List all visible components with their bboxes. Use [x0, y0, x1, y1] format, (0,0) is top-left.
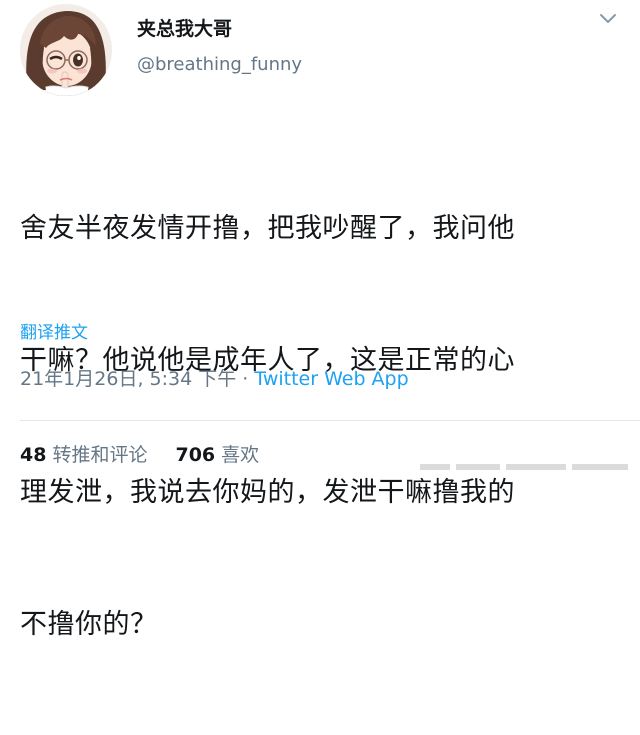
- tweet-card: 夹总我大哥 @breathing_funny 舍友半夜发情开撸，把我吵醒了，我问…: [0, 0, 640, 640]
- timestamp[interactable]: 21年1月26日, 5:34 下午: [20, 368, 236, 390]
- likes-label: 喜欢: [221, 444, 260, 466]
- retweets-count: 48: [20, 444, 47, 466]
- chevron-down-icon[interactable]: [597, 10, 619, 28]
- divider: [20, 420, 640, 421]
- tweet-stats: 48 转推和评论 706 喜欢: [20, 440, 259, 467]
- likes-count: 706: [175, 444, 216, 466]
- tweet-text-line: 理发泄，我说去你妈的，发泄干嘛撸我的: [20, 477, 515, 508]
- likes-stat[interactable]: 706 喜欢: [175, 444, 259, 466]
- tweet-text: 舍友半夜发情开撸，把我吵醒了，我问他 干嘛？他说他是成年人了，这是正常的心 理发…: [20, 119, 625, 735]
- translate-tweet-link[interactable]: 翻译推文: [20, 318, 88, 343]
- source-link[interactable]: Twitter Web App: [254, 368, 408, 390]
- tweet-text-line: 舍友半夜发情开撸，把我吵醒了，我问他: [20, 213, 515, 244]
- watermark: [420, 458, 630, 470]
- retweets-stat[interactable]: 48 转推和评论: [20, 444, 147, 466]
- anime-girl-avatar-icon: [20, 4, 112, 96]
- avatar[interactable]: [20, 4, 112, 96]
- display-name[interactable]: 夹总我大哥: [137, 14, 232, 41]
- tweet-text-line: 不撸你的？: [20, 609, 158, 640]
- meta-separator: ·: [236, 368, 255, 390]
- user-handle[interactable]: @breathing_funny: [137, 54, 302, 75]
- retweets-label: 转推和评论: [52, 444, 148, 466]
- tweet-meta: 21年1月26日, 5:34 下午 · Twitter Web App: [20, 364, 409, 391]
